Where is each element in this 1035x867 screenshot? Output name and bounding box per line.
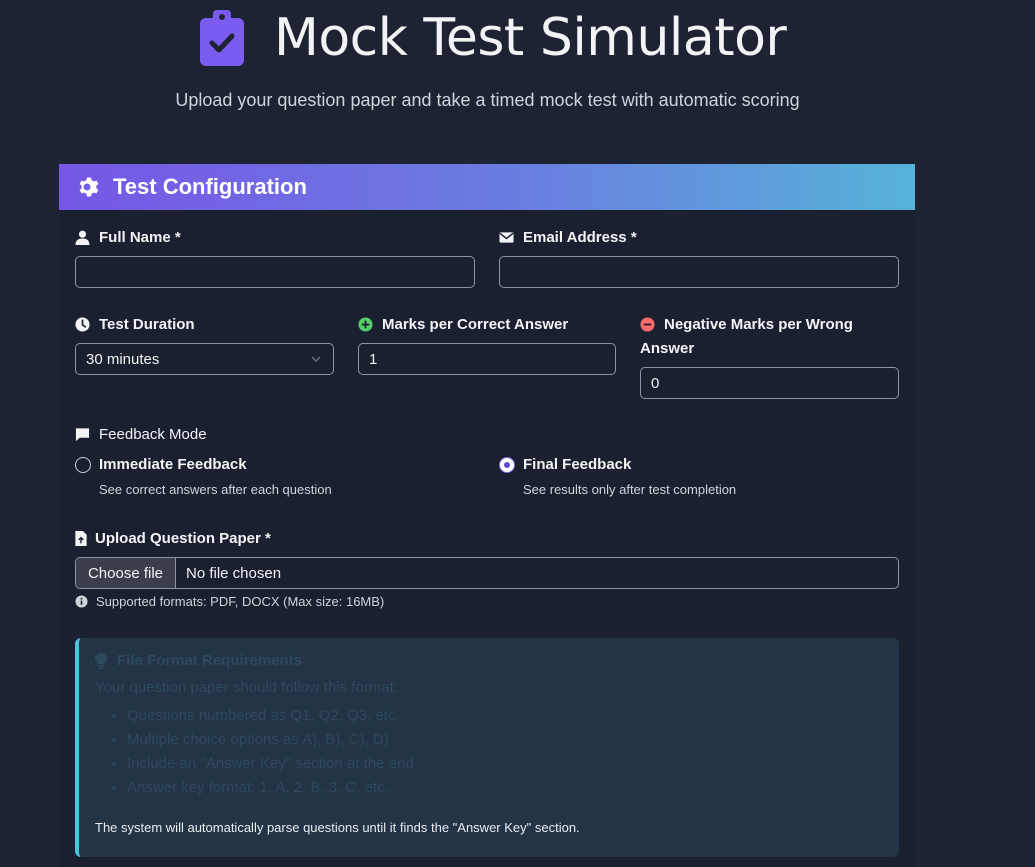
duration-label-text: Test Duration bbox=[99, 316, 195, 333]
file-format-requirements: File Format Requirements Your question p… bbox=[75, 638, 899, 857]
full-name-input[interactable] bbox=[75, 256, 475, 288]
requirements-intro: Your question paper should follow this f… bbox=[95, 679, 398, 696]
clipboard-check-icon bbox=[200, 10, 244, 66]
list-item: Questions numbered as Q1, Q2, Q3, etc. bbox=[127, 704, 883, 728]
file-input[interactable]: Choose file No file chosen bbox=[75, 557, 899, 589]
immediate-feedback-label[interactable]: Immediate Feedback bbox=[99, 456, 247, 473]
feedback-mode-label: Feedback Mode bbox=[75, 423, 207, 447]
minus-circle-icon bbox=[640, 317, 655, 332]
info-circle-icon bbox=[75, 595, 88, 608]
email-label: Email Address * bbox=[499, 226, 637, 250]
list-item: Multiple choice options as A), B), C), D… bbox=[127, 728, 883, 752]
negative-marks-label: Negative Marks per Wrong bbox=[640, 313, 880, 337]
clock-icon bbox=[75, 317, 90, 332]
upload-label: Upload Question Paper * bbox=[75, 527, 271, 551]
immediate-feedback-radio[interactable] bbox=[75, 457, 91, 473]
plus-circle-icon bbox=[358, 317, 373, 332]
page-subtitle: Upload your question paper and take a ti… bbox=[175, 90, 800, 110]
final-feedback-help: See results only after test completion bbox=[523, 482, 737, 497]
chevron-down-icon bbox=[311, 356, 321, 362]
final-feedback-radio[interactable] bbox=[499, 457, 515, 473]
marks-correct-input[interactable]: 1 bbox=[358, 343, 616, 375]
page-title: Mock Test Simulator bbox=[274, 8, 787, 68]
requirements-footer: The system will automatically parse ques… bbox=[95, 820, 580, 835]
requirements-title-text: File Format Requirements bbox=[117, 652, 303, 669]
negative-marks-label-line1: Negative Marks per Wrong bbox=[664, 316, 853, 333]
file-name-text: No file chosen bbox=[186, 564, 282, 582]
card-header: Test Configuration bbox=[59, 164, 915, 210]
card-title: Test Configuration bbox=[113, 174, 307, 199]
negative-marks-input[interactable]: 0 bbox=[640, 367, 899, 399]
marks-correct-label-text: Marks per Correct Answer bbox=[382, 316, 569, 333]
title-row: Mock Test Simulator bbox=[200, 8, 787, 68]
comment-icon bbox=[75, 428, 90, 442]
negative-marks-label-line2: Answer bbox=[640, 340, 695, 357]
immediate-feedback-help: See correct answers after each question bbox=[99, 482, 332, 497]
duration-label: Test Duration bbox=[75, 313, 195, 337]
marks-correct-label: Marks per Correct Answer bbox=[358, 313, 568, 337]
full-name-label: Full Name * bbox=[75, 226, 181, 250]
duration-selected-value: 30 minutes bbox=[86, 350, 160, 368]
upload-hint-text: Supported formats: PDF, DOCX (Max size: … bbox=[96, 594, 385, 609]
test-configuration-card: Test Configuration Full Name * Email Add… bbox=[59, 164, 915, 867]
envelope-icon bbox=[499, 232, 514, 243]
email-input[interactable] bbox=[499, 256, 899, 288]
duration-select[interactable]: 30 minutes bbox=[75, 343, 334, 375]
requirements-list: Questions numbered as Q1, Q2, Q3, etc. M… bbox=[127, 704, 883, 800]
user-icon bbox=[75, 230, 90, 245]
email-label-text: Email Address * bbox=[523, 229, 637, 246]
upload-hint: Supported formats: PDF, DOCX (Max size: … bbox=[75, 594, 384, 609]
file-upload-icon bbox=[75, 531, 87, 546]
upload-label-text: Upload Question Paper * bbox=[95, 530, 271, 547]
full-name-label-text: Full Name * bbox=[99, 229, 181, 246]
gear-icon bbox=[79, 177, 99, 197]
list-item: Answer key format: 1. A, 2. B, 3. C, etc… bbox=[127, 776, 883, 800]
lightbulb-icon bbox=[95, 652, 107, 669]
list-item: Include an "Answer Key" section at the e… bbox=[127, 752, 883, 776]
choose-file-button[interactable]: Choose file bbox=[76, 558, 176, 588]
feedback-mode-label-text: Feedback Mode bbox=[99, 426, 207, 443]
requirements-title: File Format Requirements bbox=[95, 652, 883, 669]
final-feedback-label[interactable]: Final Feedback bbox=[523, 456, 631, 473]
